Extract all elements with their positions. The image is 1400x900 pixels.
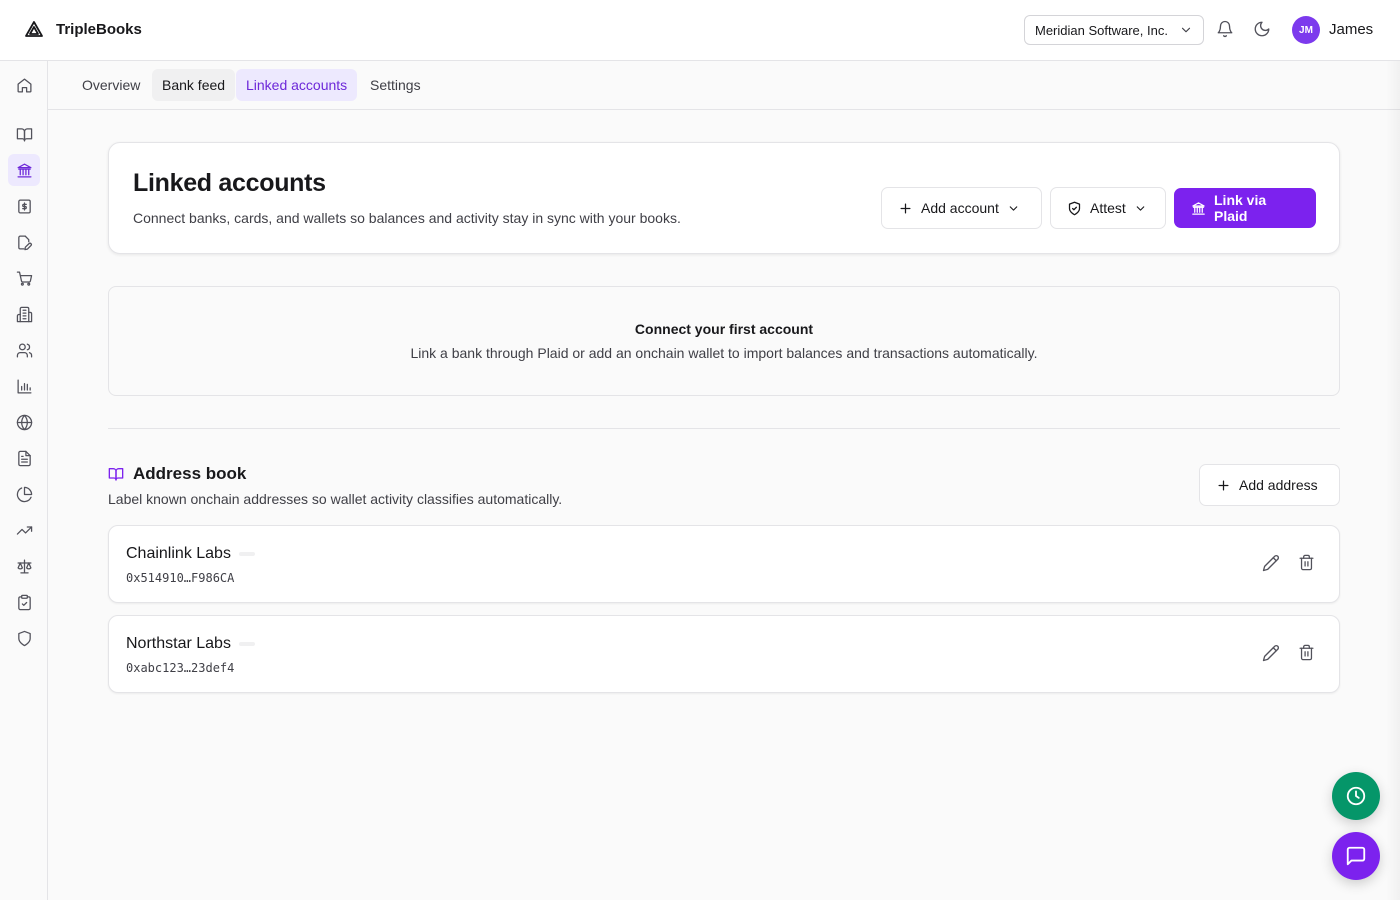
trash-icon[interactable]	[1298, 554, 1318, 574]
bank-icon	[16, 162, 33, 179]
scroll-shadow	[1386, 61, 1400, 900]
bank-icon	[1191, 201, 1206, 216]
edit-icon[interactable]	[1262, 554, 1282, 574]
empty-state-title: Connect your first account	[634, 321, 814, 337]
address-name-wrap: Chainlink Labs	[126, 545, 255, 563]
sidebar-item-tasks[interactable]	[8, 586, 40, 618]
tab-bank-feed[interactable]: Bank feed	[152, 69, 236, 101]
book-open-icon	[108, 466, 124, 482]
address-name-wrap: Northstar Labs	[126, 635, 255, 653]
link-via-plaid-button[interactable]: Link via Plaid	[1174, 188, 1316, 228]
edit-icon[interactable]	[1262, 644, 1282, 664]
address-book-description: Label known onchain addresses so wallet …	[108, 491, 563, 507]
address-name: Northstar Labs	[126, 635, 231, 652]
chevron-down-icon	[1007, 202, 1020, 215]
home-icon	[16, 77, 33, 94]
sidebar-item-invoices[interactable]	[8, 190, 40, 222]
trash-icon[interactable]	[1298, 644, 1318, 664]
sidebar-item-security[interactable]	[8, 622, 40, 654]
clock-icon	[1345, 785, 1367, 807]
list-item[interactable]: Chainlink Labs 0x514910…F986CA	[108, 525, 1340, 603]
section-divider	[108, 428, 1340, 429]
address-book-title: Address book	[133, 464, 247, 483]
tab-bar: Overview Bank feed Linked accounts Setti…	[48, 61, 1400, 110]
sidebar-item-documents[interactable]	[8, 442, 40, 474]
sidebar-item-books[interactable]	[8, 118, 40, 150]
clipboard-check-icon	[16, 594, 33, 611]
chevron-down-icon	[1179, 23, 1193, 37]
tab-settings[interactable]: Settings	[360, 69, 431, 101]
chat-button[interactable]	[1332, 832, 1380, 880]
sidebar-item-reconcile[interactable]	[8, 550, 40, 582]
sidebar-item-vendors[interactable]	[8, 298, 40, 330]
app-name: TripleBooks	[56, 20, 142, 38]
sidebar-item-home[interactable]	[8, 69, 40, 101]
brand[interactable]: TripleBooks	[24, 20, 142, 38]
add-account-label: Add account	[921, 200, 999, 216]
organization-select[interactable]: Meridian Software, Inc.	[1024, 15, 1204, 45]
list-item[interactable]: Northstar Labs 0xabc123…23def4	[108, 615, 1340, 693]
building-icon	[16, 306, 33, 323]
bar-chart-icon	[16, 378, 33, 395]
tag-placeholder	[238, 642, 255, 646]
cart-icon	[16, 270, 33, 287]
attest-button[interactable]: Attest	[1050, 187, 1166, 229]
add-address-button[interactable]: Add address	[1199, 464, 1340, 506]
pie-chart-icon	[16, 486, 33, 503]
sidebar-item-customers[interactable]	[8, 334, 40, 366]
file-edit-icon	[16, 234, 33, 251]
bell-icon[interactable]	[1216, 20, 1236, 40]
sidebar-item-purchases[interactable]	[8, 262, 40, 294]
plus-icon	[898, 201, 913, 216]
sidebar-item-bills[interactable]	[8, 226, 40, 258]
sidebar	[0, 61, 48, 900]
address-book-header: Address book	[108, 464, 246, 484]
avatar[interactable]: JM	[1292, 16, 1320, 44]
tab-linked-accounts[interactable]: Linked accounts	[236, 69, 358, 101]
address-value: 0x514910…F986CA	[126, 571, 235, 585]
top-bar: TripleBooks Meridian Software, Inc. JM J…	[0, 0, 1400, 61]
add-address-label: Add address	[1239, 477, 1318, 493]
sidebar-item-analytics[interactable]	[8, 478, 40, 510]
scale-icon	[16, 558, 33, 575]
add-account-button[interactable]: Add account	[881, 187, 1042, 229]
moon-icon[interactable]	[1253, 20, 1273, 40]
address-value: 0xabc123…23def4	[126, 661, 235, 675]
trending-up-icon	[16, 522, 33, 539]
users-icon	[16, 342, 33, 359]
tag-placeholder	[238, 552, 255, 556]
document-icon	[16, 450, 33, 467]
book-open-icon	[16, 126, 33, 143]
sidebar-item-banking[interactable]	[8, 154, 40, 186]
page-header-card: Linked accounts Connect banks, cards, an…	[108, 142, 1340, 254]
chat-icon	[1345, 845, 1367, 867]
chevron-down-icon	[1134, 202, 1147, 215]
shield-icon	[16, 630, 33, 647]
address-name: Chainlink Labs	[126, 545, 231, 562]
sidebar-item-growth[interactable]	[8, 514, 40, 546]
page-subtitle: Connect banks, cards, and wallets so bal…	[133, 210, 681, 226]
empty-state: Connect your first account Link a bank t…	[108, 286, 1340, 396]
shield-check-icon	[1067, 201, 1082, 216]
empty-state-description: Link a bank through Plaid or add an onch…	[410, 345, 1038, 361]
dollar-receipt-icon	[16, 198, 33, 215]
link-via-plaid-label: Link via Plaid	[1214, 192, 1267, 224]
logo-icon	[24, 20, 44, 38]
globe-icon	[16, 414, 33, 431]
organization-name: Meridian Software, Inc.	[1035, 22, 1168, 38]
sidebar-item-reports[interactable]	[8, 370, 40, 402]
user-name[interactable]: James	[1329, 21, 1373, 38]
attest-label: Attest	[1090, 200, 1126, 216]
history-button[interactable]	[1332, 772, 1380, 820]
tab-overview[interactable]: Overview	[72, 69, 150, 101]
sidebar-item-global[interactable]	[8, 406, 40, 438]
page-title: Linked accounts	[133, 169, 326, 197]
plus-icon	[1216, 478, 1231, 493]
